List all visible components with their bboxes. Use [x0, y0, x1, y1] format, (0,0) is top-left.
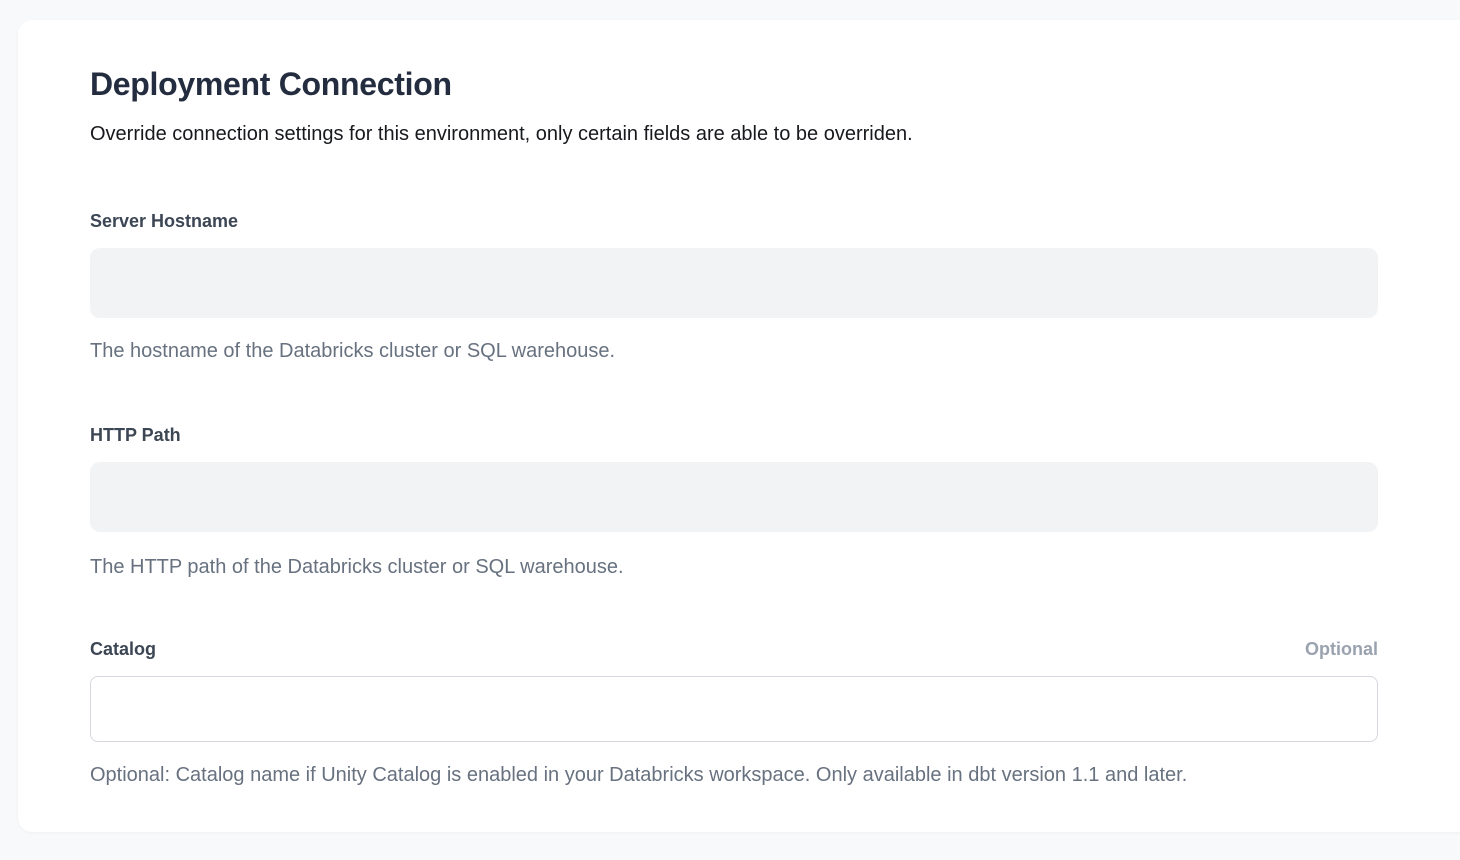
server-hostname-label-row: Server Hostname	[90, 210, 1378, 232]
field-catalog: Catalog Optional Optional: Catalog name …	[90, 638, 1378, 788]
http-path-helper: The HTTP path of the Databricks cluster …	[90, 554, 1378, 580]
catalog-label-row: Catalog Optional	[90, 638, 1378, 660]
http-path-label: HTTP Path	[90, 424, 181, 446]
server-hostname-label: Server Hostname	[90, 210, 238, 232]
deployment-connection-card: Deployment Connection Override connectio…	[18, 20, 1460, 832]
catalog-input[interactable]	[90, 676, 1378, 742]
field-http-path: HTTP Path The HTTP path of the Databrick…	[90, 424, 1378, 580]
page-subtitle: Override connection settings for this en…	[90, 120, 1378, 148]
page-title: Deployment Connection	[90, 64, 1378, 104]
catalog-helper: Optional: Catalog name if Unity Catalog …	[90, 762, 1378, 788]
card-content: Deployment Connection Override connectio…	[18, 20, 1378, 788]
http-path-input	[90, 462, 1378, 532]
http-path-label-row: HTTP Path	[90, 424, 1378, 446]
catalog-optional-badge: Optional	[1305, 638, 1378, 660]
server-hostname-helper: The hostname of the Databricks cluster o…	[90, 338, 1378, 364]
catalog-label: Catalog	[90, 638, 156, 660]
field-server-hostname: Server Hostname The hostname of the Data…	[90, 210, 1378, 364]
server-hostname-input	[90, 248, 1378, 318]
